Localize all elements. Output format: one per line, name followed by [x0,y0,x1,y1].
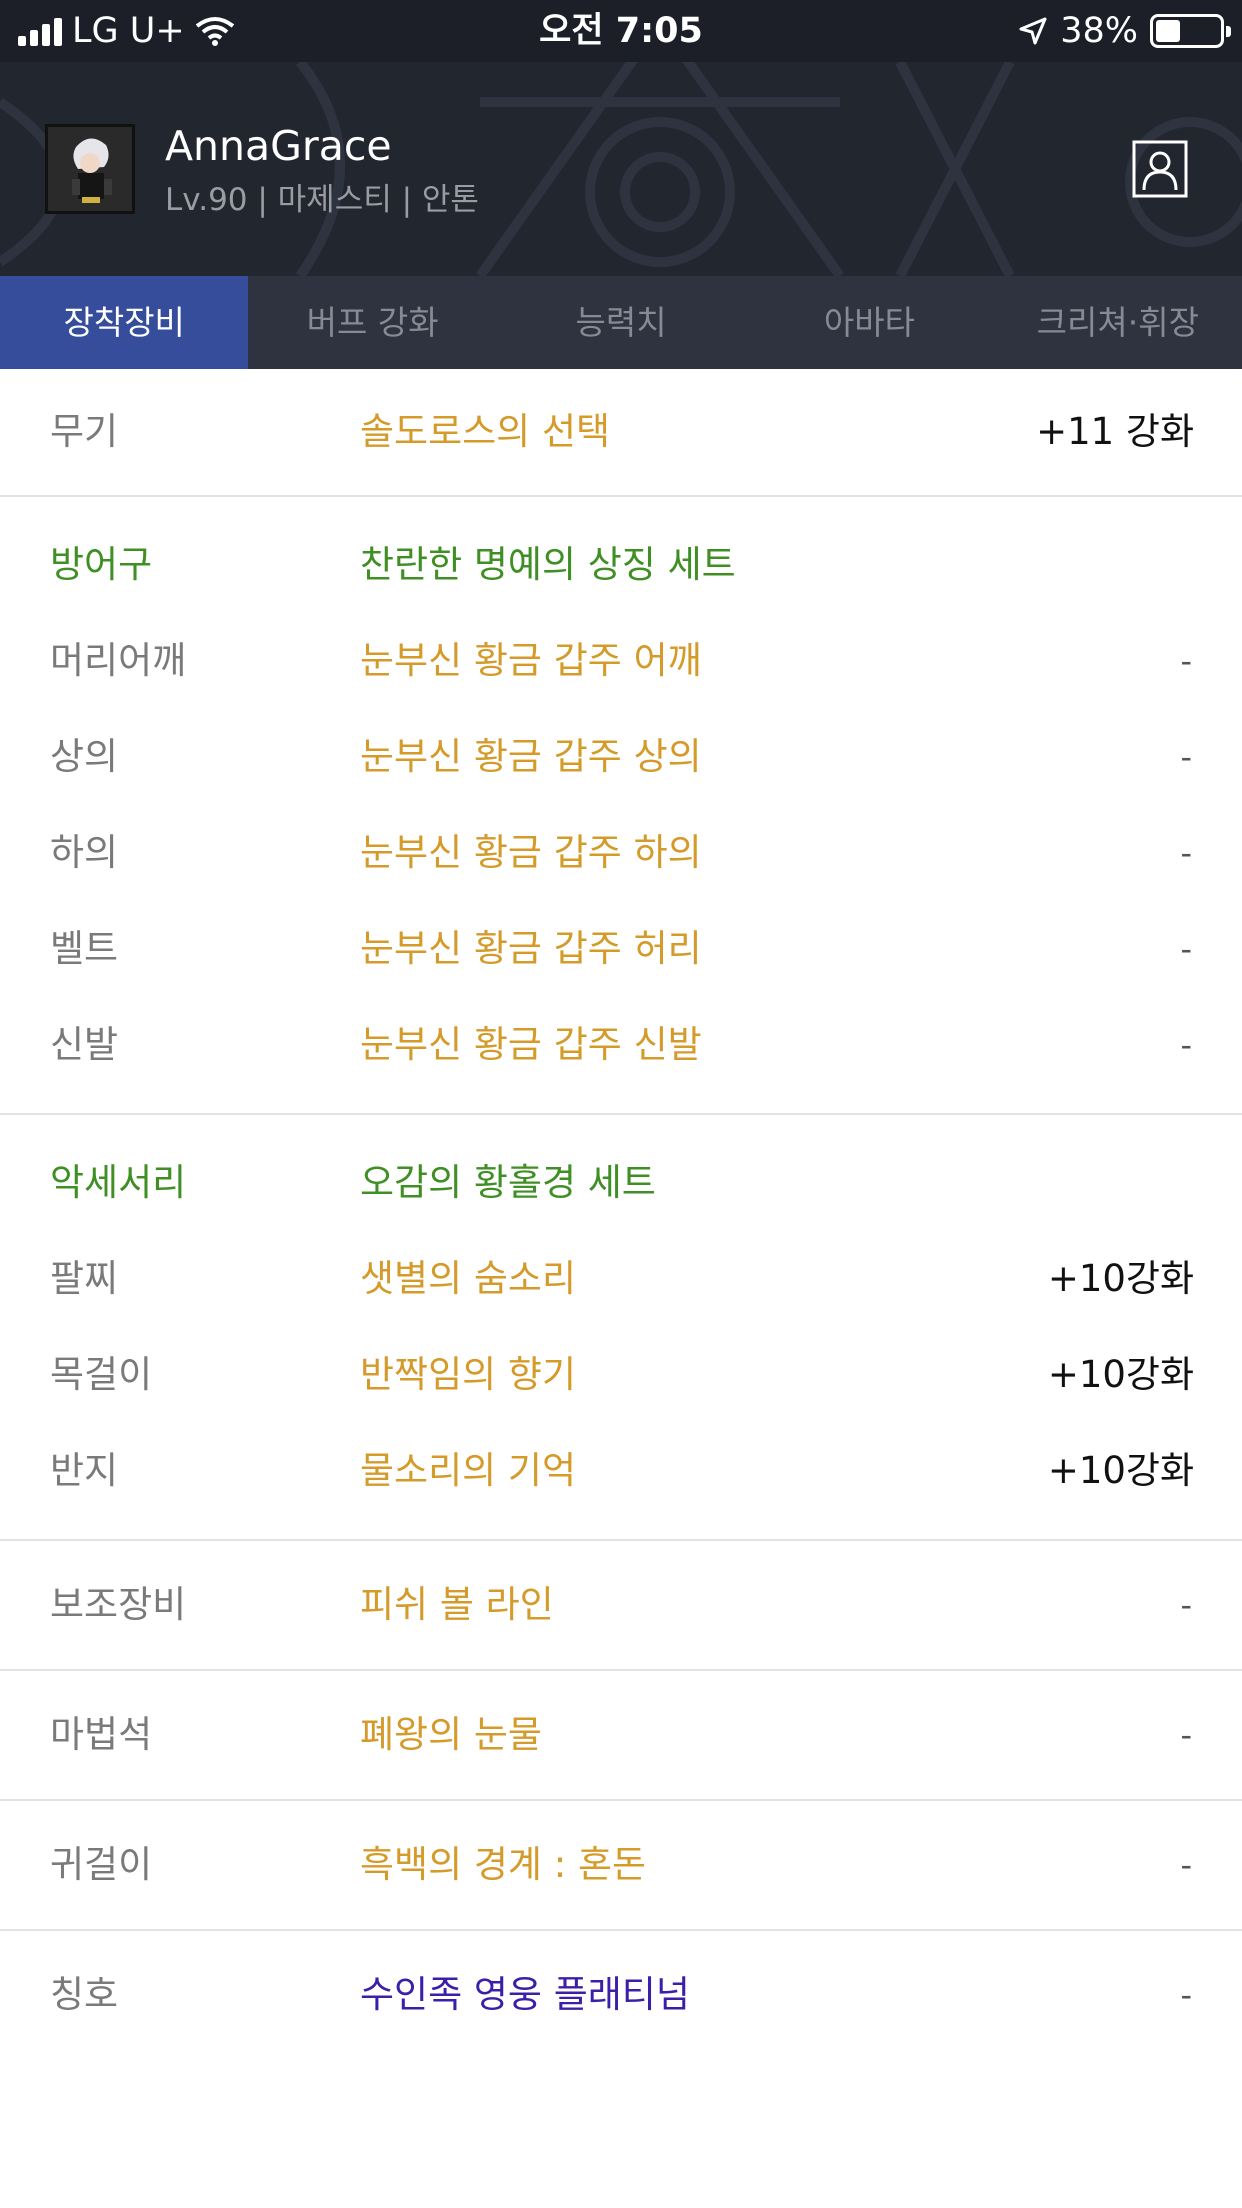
armor-set-row[interactable]: 방어구 찬란한 명예의 상징 세트 [0,517,1242,613]
tab-equipment[interactable]: 장착장비 [0,276,249,369]
enhance-level: +10강화 [1047,1257,1194,1300]
enhance-level: +11 강화 [1036,410,1194,453]
equipment-list: 무기 솔도로스의 선택 +11 강화 방어구 찬란한 명예의 상징 세트 머리어… [0,369,1242,2059]
slot-label: 상의 [50,735,119,778]
item-name: 피쉬 볼 라인 [360,1583,554,1626]
location-arrow-icon [1019,17,1047,45]
enhance-level: - [1180,1716,1192,1754]
enhance-level: - [1180,738,1192,776]
enhance-level: - [1180,1846,1192,1884]
slot-label: 팔찌 [50,1257,119,1300]
enhance-level: - [1180,1026,1192,1064]
tab-creature[interactable]: 크리쳐·휘장 [994,276,1242,369]
item-name: 눈부신 황금 갑주 신발 [360,1023,702,1066]
item-name: 흑백의 경계 : 혼돈 [360,1843,647,1886]
slot-label: 반지 [50,1449,119,1492]
character-name: AnnaGrace [165,122,392,170]
set-name: 오감의 황홀경 세트 [360,1161,656,1204]
tab-buff[interactable]: 버프 강화 [248,276,496,369]
armor-row[interactable]: 벨트 눈부신 황금 갑주 허리 - [0,901,1242,997]
slot-label: 악세서리 [50,1161,187,1204]
armor-row[interactable]: 머리어깨 눈부신 황금 갑주 어깨 - [0,613,1242,709]
item-name: 수인족 영웅 플래티넘 [360,1973,690,2016]
sub-equipment-row[interactable]: 보조장비 피쉬 볼 라인 - [0,1541,1242,1669]
slot-label: 목걸이 [50,1353,153,1396]
character-avatar[interactable] [45,124,135,214]
item-name: 샛별의 숨소리 [360,1257,577,1300]
item-name: 눈부신 황금 갑주 상의 [360,735,702,778]
item-name: 반짝임의 향기 [360,1353,577,1396]
slot-label: 귀걸이 [50,1843,153,1886]
slot-label: 마법석 [50,1713,153,1756]
enhance-level: - [1180,1976,1192,2014]
accessory-set-row[interactable]: 악세서리 오감의 황홀경 세트 [0,1135,1242,1231]
armor-row[interactable]: 하의 눈부신 황금 갑주 하의 - [0,805,1242,901]
item-name: 폐왕의 눈물 [360,1713,542,1756]
battery-icon [1150,14,1231,48]
weapon-row[interactable]: 무기 솔도로스의 선택 +11 강화 [0,369,1242,495]
slot-label: 신발 [50,1023,119,1066]
tab-avatar[interactable]: 아바타 [745,276,993,369]
item-name: 눈부신 황금 갑주 어깨 [360,639,702,682]
slot-label: 머리어깨 [50,639,187,682]
slot-label: 보조장비 [50,1583,187,1626]
enhance-level: +10강화 [1047,1449,1194,1492]
character-info: Lv.90 | 마제스티 | 안톤 [165,182,479,218]
slot-label: 하의 [50,831,119,874]
armor-row[interactable]: 신발 눈부신 황금 갑주 신발 - [0,997,1242,1093]
tab-bar: 장착장비 버프 강화 능력치 아바타 크리쳐·휘장 [0,276,1242,369]
item-name: 눈부신 황금 갑주 하의 [360,831,702,874]
slot-label: 칭호 [50,1973,119,2016]
accessory-row[interactable]: 목걸이 반짝임의 향기 +10강화 [0,1327,1242,1423]
earring-row[interactable]: 귀걸이 흑백의 경계 : 혼돈 - [0,1801,1242,1929]
tab-stats[interactable]: 능력치 [497,276,745,369]
armor-row[interactable]: 상의 눈부신 황금 갑주 상의 - [0,709,1242,805]
enhance-level: - [1180,642,1192,680]
item-name: 물소리의 기억 [360,1449,577,1492]
profile-icon[interactable] [1132,140,1188,198]
item-name: 솔도로스의 선택 [360,410,611,453]
title-row[interactable]: 칭호 수인족 영웅 플래티넘 - [0,1931,1242,2059]
slot-label: 방어구 [50,543,153,586]
accessory-row[interactable]: 팔찌 샛별의 숨소리 +10강화 [0,1231,1242,1327]
enhance-level: +10강화 [1047,1353,1194,1396]
magic-stone-row[interactable]: 마법석 폐왕의 눈물 - [0,1671,1242,1799]
item-name: 눈부신 황금 갑주 허리 [360,927,702,970]
enhance-level: - [1180,1586,1192,1624]
slot-label: 벨트 [50,927,119,970]
set-name: 찬란한 명예의 상징 세트 [360,543,736,586]
accessory-row[interactable]: 반지 물소리의 기억 +10강화 [0,1423,1242,1519]
enhance-level: - [1180,834,1192,872]
character-header: AnnaGrace Lv.90 | 마제스티 | 안톤 [0,62,1242,276]
battery-percent: 38% [1060,11,1138,51]
status-bar: LG U+ 오전 7:05 38% [0,0,1242,62]
enhance-level: - [1180,930,1192,968]
slot-label: 무기 [50,410,119,453]
